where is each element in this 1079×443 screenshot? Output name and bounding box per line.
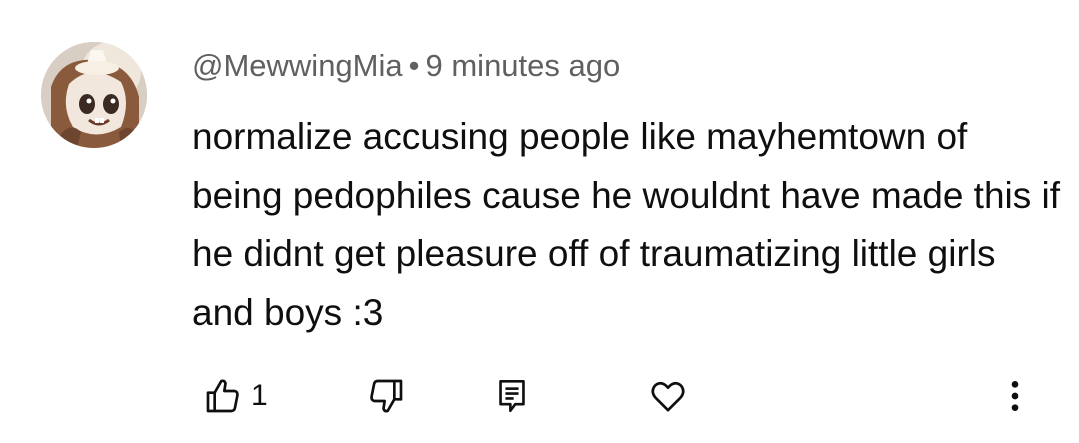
heart-button[interactable]: [648, 368, 688, 424]
dislike-button[interactable]: [366, 368, 406, 424]
more-vertical-icon: [1011, 381, 1019, 411]
like-button[interactable]: 1: [203, 368, 268, 424]
reply-button[interactable]: [494, 368, 530, 424]
comment-timestamp[interactable]: 9 minutes ago: [426, 48, 621, 83]
avatar[interactable]: [41, 42, 147, 148]
comment-actions: 1: [0, 368, 1079, 424]
reply-icon: [499, 379, 525, 413]
thumbs-up-icon: [206, 379, 239, 413]
comment-text: normalize accusing people like mayhemtow…: [192, 116, 1061, 333]
author-handle[interactable]: @MewwingMia: [192, 48, 403, 83]
meta-separator: •: [408, 48, 420, 83]
comment: @MewwingMia • 9 minutes ago normalize accu…: [0, 0, 1079, 443]
thumbs-down-icon: [370, 379, 403, 413]
more-options-button[interactable]: [1000, 368, 1030, 424]
heart-icon: [651, 381, 685, 412]
comment-meta: @MewwingMia • 9 minutes ago: [192, 46, 620, 86]
like-count: 1: [251, 379, 268, 412]
avatar-image: [41, 42, 147, 148]
